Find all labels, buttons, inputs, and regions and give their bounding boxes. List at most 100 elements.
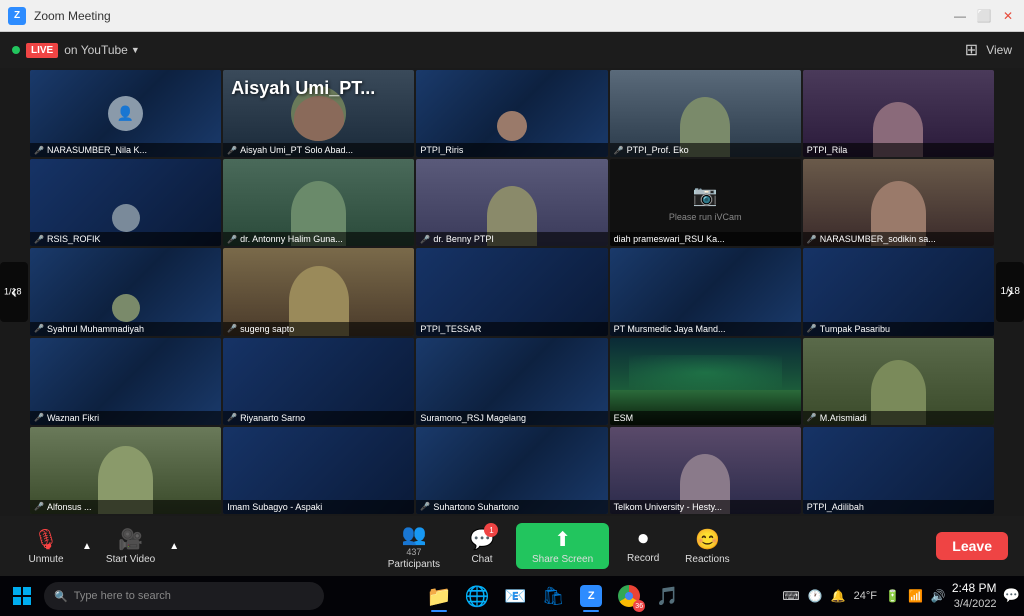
- cell-name-23: 🎤 Suhartono Suhartono: [416, 500, 607, 514]
- cell-name-4: 🎤 PTPI_Prof. Eko: [610, 143, 801, 157]
- taskbar-zoom[interactable]: Z: [573, 578, 609, 614]
- mic-icon-4: 🎤: [614, 146, 624, 155]
- store-icon: 🛍: [542, 586, 565, 607]
- weather-temp: 24°F: [854, 590, 877, 602]
- mic-icon-23: 🎤: [420, 502, 430, 511]
- video-cell-20: 🎤 M.Arismiadi: [803, 338, 994, 425]
- video-cell-1: 👤 🎤 NARASUMBER_Nila K...: [30, 70, 221, 157]
- file-explorer-icon: 📁: [427, 584, 452, 609]
- mic-icon-12: 🎤: [227, 324, 237, 333]
- mic-icon-21: 🎤: [34, 502, 44, 511]
- record-button[interactable]: ⏺ Record: [613, 524, 673, 568]
- system-tray: ⌨ 🕐 🔔 24°F 🔋 📶 🔊: [782, 589, 945, 603]
- tray-icon-1: ⌨: [782, 589, 799, 603]
- cell-name-5: PTPI_Rila: [803, 143, 994, 157]
- top-bar: LIVE on YouTube ▼ ⊞ View: [0, 32, 1024, 68]
- clock-icon: 🕐: [808, 589, 823, 603]
- platform-label: on YouTube ▼: [64, 43, 140, 57]
- participants-label: Participants: [388, 559, 440, 570]
- battery-icon: 🔋: [885, 589, 900, 603]
- taskbar-music[interactable]: 🎵: [649, 578, 685, 614]
- cell-name-10: 🎤 NARASUMBER_sodikin sa...: [803, 232, 994, 246]
- cell-name-6: 🎤 RSIS_ROFIK: [30, 232, 221, 246]
- participants-button[interactable]: 👥 437 Participants: [380, 518, 448, 574]
- taskbar-chrome[interactable]: 36: [611, 578, 647, 614]
- video-cell-25: PTPI_Adilibah: [803, 427, 994, 514]
- video-cell-15: 🎤 Tumpak Pasaribu: [803, 248, 994, 335]
- mic-icon-15: 🎤: [807, 324, 817, 333]
- window-title: Zoom Meeting: [34, 9, 111, 23]
- search-placeholder: Type here to search: [74, 590, 171, 602]
- toolbar-left: 🎙 Unmute ▲ 🎥 Start Video ▲: [16, 523, 181, 569]
- notification-icon[interactable]: 💬: [1003, 587, 1020, 604]
- video-cell-24: Telkom University - Hesty...: [610, 427, 801, 514]
- taskbar-search[interactable]: 🔍 Type here to search: [44, 582, 324, 610]
- video-area: ‹ 1/18 👤 🎤 NARASUMBER_Nila K...: [0, 68, 1024, 516]
- share-screen-icon: ⬆: [554, 527, 571, 552]
- video-cell-13: PTPI_TESSAR: [416, 248, 607, 335]
- mic-icon-17: 🎤: [227, 413, 237, 422]
- cell-name-15: 🎤 Tumpak Pasaribu: [803, 322, 994, 336]
- cell-name-7: 🎤 dr. Antonny Halim Guna...: [223, 232, 414, 246]
- top-bar-right: ⊞ View: [965, 40, 1012, 60]
- chat-label: Chat: [471, 554, 492, 565]
- start-video-label: Start Video: [106, 554, 155, 565]
- unmute-label: Unmute: [28, 554, 63, 565]
- reactions-label: Reactions: [685, 554, 729, 565]
- video-cell-featured: Aisyah Umi_PT... 🎤 Aisyah Umi_PT Solo Ab…: [223, 70, 414, 157]
- tray-icon-2: 🔔: [831, 589, 846, 603]
- cell-name-18: Suramono_RSJ Magelang: [416, 411, 607, 425]
- clock-time: 2:48 PM: [952, 581, 997, 597]
- unmute-caret[interactable]: ▲: [80, 539, 94, 554]
- unmute-button[interactable]: 🎙 Unmute: [16, 523, 76, 569]
- reactions-icon: 😊: [695, 527, 720, 552]
- video-grid: 👤 🎤 NARASUMBER_Nila K... Aisyah Umi_PT..…: [0, 68, 1024, 516]
- video-cell-23: 🎤 Suhartono Suhartono: [416, 427, 607, 514]
- cell-name-25: PTPI_Adilibah: [803, 500, 994, 514]
- video-cell-16: 🎤 Waznan Fikri: [30, 338, 221, 425]
- share-screen-button[interactable]: ⬆ Share Screen: [516, 523, 609, 569]
- taskbar-file-explorer[interactable]: 📁: [421, 578, 457, 614]
- taskbar-center: 📁 🌐 📧 🛍 Z 36 🎵: [421, 578, 685, 614]
- mic-icon-8: 🎤: [420, 235, 430, 244]
- page-indicator-left: 1/18: [4, 287, 22, 298]
- start-video-button[interactable]: 🎥 Start Video: [98, 523, 163, 569]
- mail-icon: 📧: [504, 586, 526, 607]
- leave-button[interactable]: Leave: [936, 532, 1008, 560]
- toolbar-right: Leave: [936, 532, 1008, 560]
- view-label[interactable]: View: [986, 43, 1012, 57]
- video-cell-22: Imam Subagyo - Aspaki: [223, 427, 414, 514]
- cell-name-featured: 🎤 Aisyah Umi_PT Solo Abad...: [223, 143, 414, 157]
- mic-icon-11: 🎤: [34, 324, 44, 333]
- cell-name-1: 🎤 NARASUMBER_Nila K...: [30, 143, 221, 157]
- mic-icon-featured: 🎤: [227, 146, 237, 155]
- video-cell-3: PTPI_Riris: [416, 70, 607, 157]
- music-icon: 🎵: [656, 586, 678, 607]
- maximize-button[interactable]: ⬜: [976, 8, 992, 24]
- cell-name-17: 🎤 Riyanarto Sarno: [223, 411, 414, 425]
- live-badge: LIVE on YouTube ▼: [12, 43, 140, 58]
- taskbar-store[interactable]: 🛍: [535, 578, 571, 614]
- edge-icon: 🌐: [465, 584, 490, 609]
- record-icon: ⏺: [638, 528, 648, 551]
- start-button[interactable]: [4, 578, 40, 614]
- live-dot: [12, 46, 20, 54]
- video-icon: 🎥: [118, 527, 143, 552]
- mic-icon-10: 🎤: [807, 235, 817, 244]
- chat-badge: 1: [484, 523, 498, 537]
- video-caret[interactable]: ▲: [167, 539, 181, 554]
- close-button[interactable]: ✕: [1000, 8, 1016, 24]
- video-cell-6: 🎤 RSIS_ROFIK: [30, 159, 221, 246]
- taskbar-clock[interactable]: 2:48 PM 3/4/2022: [952, 581, 997, 611]
- taskbar-edge[interactable]: 🌐: [459, 578, 495, 614]
- mic-icon-20: 🎤: [807, 413, 817, 422]
- video-cell-21: 🎤 Alfonsus ...: [30, 427, 221, 514]
- taskbar-mail[interactable]: 📧: [497, 578, 533, 614]
- zoom-icon: Z: [8, 7, 26, 25]
- minimize-button[interactable]: —: [952, 8, 968, 24]
- sound-icon: 🔊: [931, 589, 946, 603]
- mic-off-icon: 🎙: [33, 527, 58, 552]
- reactions-button[interactable]: 😊 Reactions: [677, 523, 737, 569]
- chat-button[interactable]: 💬 1 Chat: [452, 523, 512, 569]
- cell-name-21: 🎤 Alfonsus ...: [30, 500, 221, 514]
